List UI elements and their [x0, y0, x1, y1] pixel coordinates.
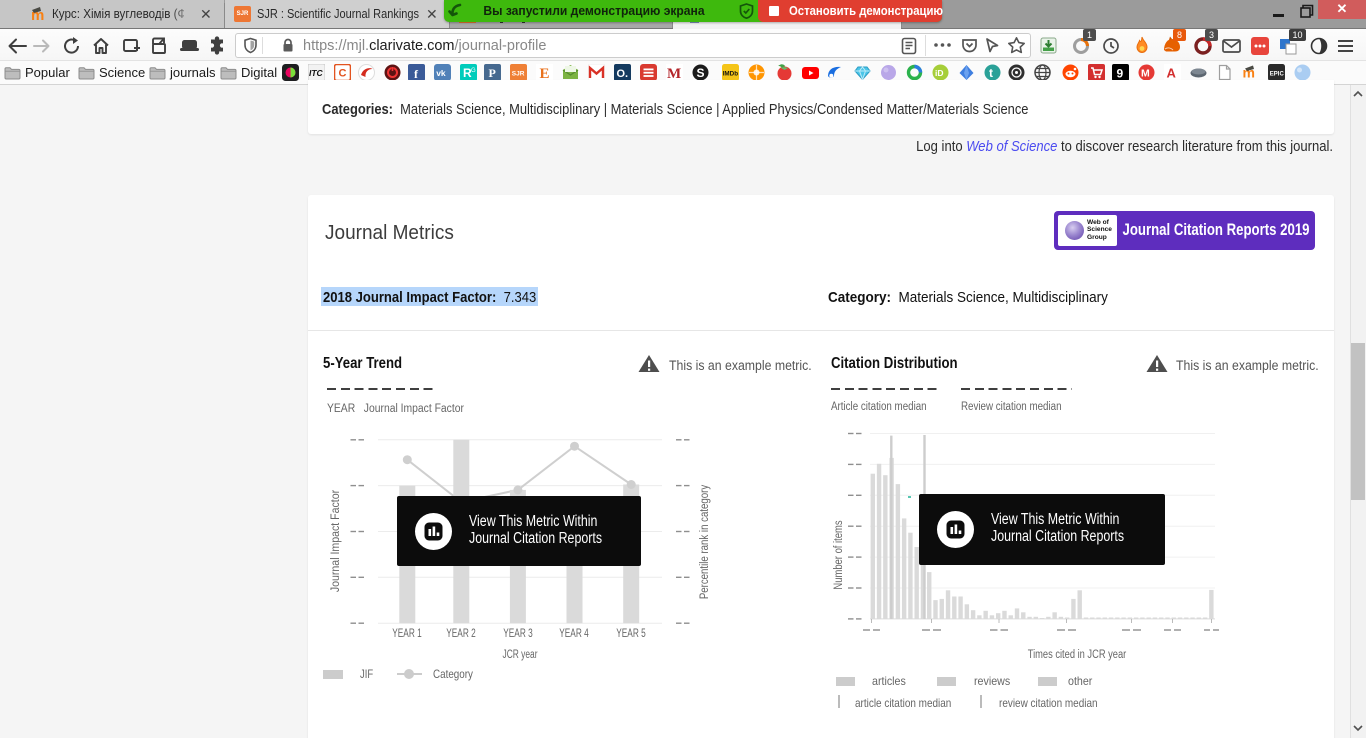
svg-text:IMDb: IMDb — [723, 71, 739, 78]
svg-text:vk: vk — [436, 68, 446, 78]
svg-text:iD: iD — [935, 68, 944, 78]
svg-text:E: E — [540, 66, 550, 81]
svg-text:C: C — [339, 68, 347, 80]
svg-text:M: M — [1141, 68, 1150, 80]
svg-text:9: 9 — [1117, 67, 1124, 81]
svg-text:SJR: SJR — [512, 71, 525, 78]
svg-text:S: S — [697, 66, 705, 80]
svg-text:ITC: ITC — [309, 68, 324, 78]
svg-text:t: t — [989, 66, 993, 80]
svg-text:G: G — [471, 68, 476, 74]
svg-text:O.: O. — [617, 68, 629, 80]
svg-text:EPIC: EPIC — [1270, 72, 1285, 78]
svg-text:M: M — [667, 66, 681, 81]
svg-text:A: A — [1167, 66, 1177, 81]
svg-text:P: P — [489, 66, 496, 80]
